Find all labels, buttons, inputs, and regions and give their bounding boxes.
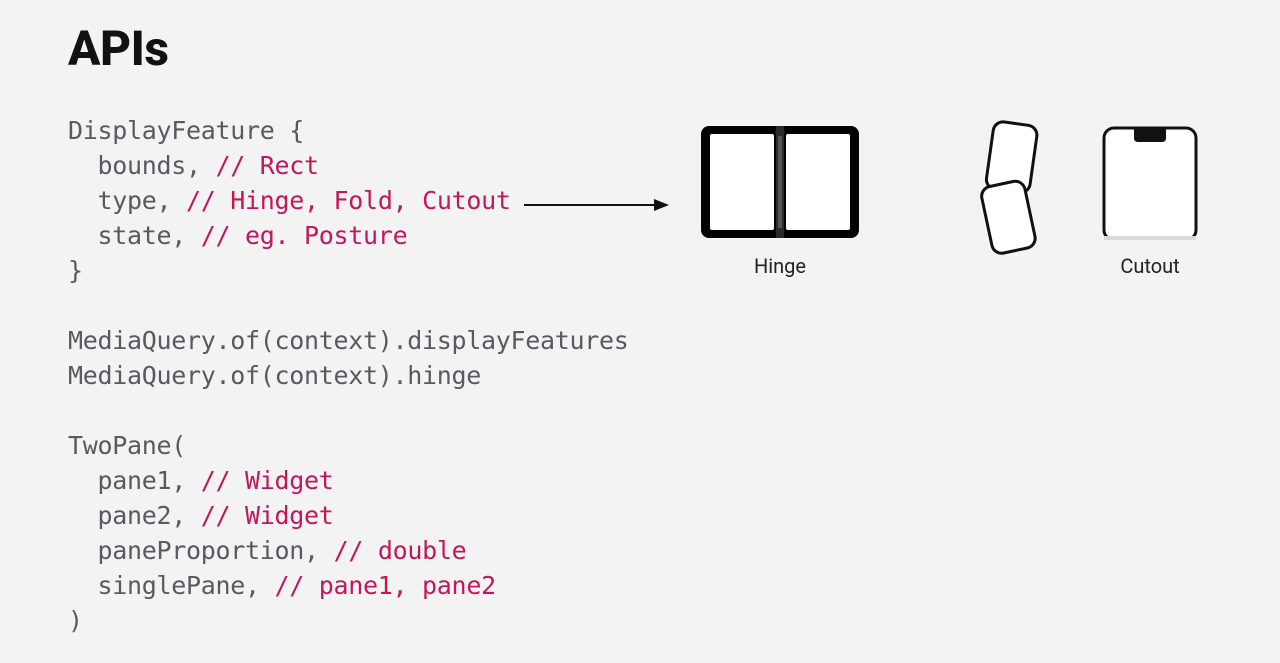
- code-line: DisplayFeature {: [68, 116, 304, 145]
- code-token: pane2,: [98, 501, 187, 530]
- page-title: APIs: [68, 20, 1212, 77]
- cutout-icon: [1102, 120, 1198, 240]
- code-comment: // double: [334, 536, 467, 565]
- code-token: paneProportion,: [98, 536, 319, 565]
- code-comment: // Hinge, Fold, Cutout: [186, 186, 511, 215]
- device-label: Hinge: [700, 254, 860, 278]
- code-line: }: [68, 256, 83, 285]
- device-cutout: Cutout: [1095, 120, 1205, 278]
- device-hinge: Hinge: [700, 120, 860, 278]
- code-token: singlePane,: [98, 571, 260, 600]
- code-token: state,: [98, 221, 187, 250]
- device-label: Cutout: [1095, 254, 1205, 278]
- code-comment: // Widget: [201, 466, 334, 495]
- code-token: bounds,: [98, 151, 201, 180]
- device-illustrations: Hinge: [700, 120, 1240, 310]
- code-token: pane1,: [98, 466, 187, 495]
- arrow-icon: [524, 190, 674, 220]
- hinge-icon: [700, 120, 860, 240]
- code-line: TwoPane(: [68, 431, 186, 460]
- fold-icon: [945, 120, 1055, 260]
- code-line: MediaQuery.of(context).displayFeatures: [68, 326, 629, 355]
- code-line: MediaQuery.of(context).hinge: [68, 361, 481, 390]
- code-comment: // Widget: [201, 501, 334, 530]
- code-comment: // eg. Posture: [201, 221, 408, 250]
- device-fold: [945, 120, 1055, 274]
- code-token: type,: [98, 186, 172, 215]
- code-line: ): [68, 606, 83, 635]
- code-comment: // pane1, pane2: [275, 571, 496, 600]
- slide: APIs DisplayFeature { bounds, // Rect ty…: [0, 0, 1280, 663]
- code-comment: // Rect: [216, 151, 319, 180]
